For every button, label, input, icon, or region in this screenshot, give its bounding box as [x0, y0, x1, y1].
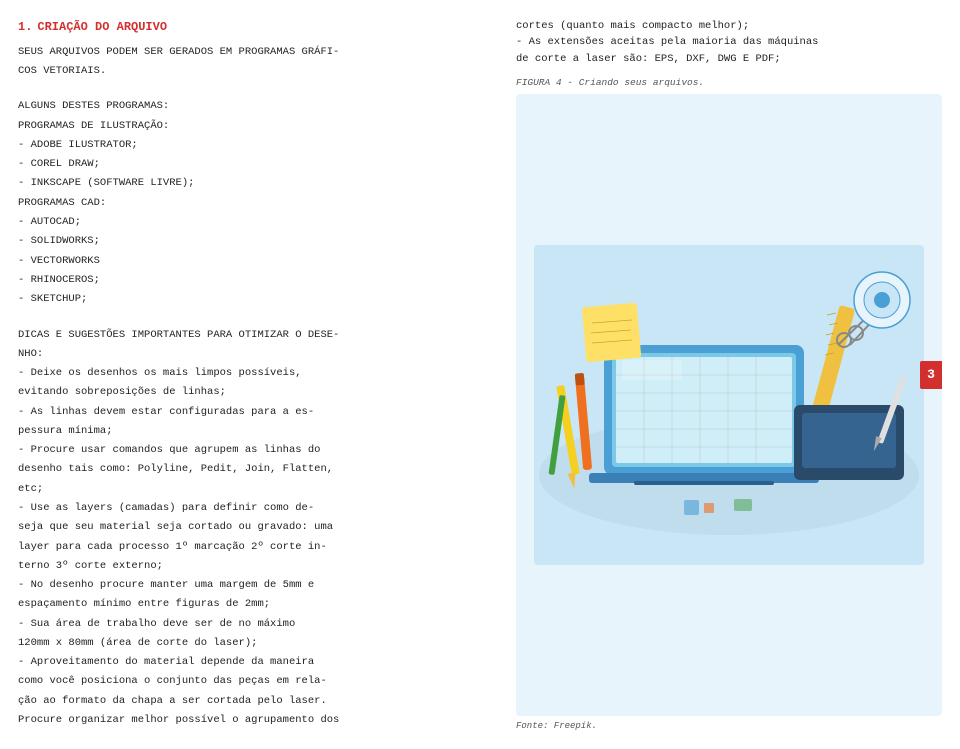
programs-intro: ALGUNS DESTES PROGRAMAS: — [18, 98, 488, 114]
tip-3: pessura mínima; — [18, 423, 488, 439]
tip-2: - As linhas devem estar configuradas par… — [18, 404, 488, 420]
tips-content: - Deixe os desenhos os mais limpos possí… — [18, 365, 488, 728]
page: 1. CRIAÇÃO DO ARQUIVO SEUS ARQUIVOS PODE… — [0, 0, 960, 749]
tip-11: - No desenho procure manter uma margem d… — [18, 577, 488, 593]
left-content: 1. CRIAÇÃO DO ARQUIVO SEUS ARQUIVOS PODE… — [18, 18, 488, 728]
intro-line1: SEUS ARQUIVOS PODEM SER GERADOS EM PROGR… — [18, 44, 488, 60]
page-number: 3 — [920, 361, 942, 389]
right-line-1: - As extensões aceitas pela maioria das … — [516, 34, 942, 50]
tip-16: como você posiciona o conjunto das peças… — [18, 673, 488, 689]
tip-7: - Use as layers (camadas) para definir c… — [18, 500, 488, 516]
cad-item-2: - VECTORWORKS — [18, 253, 488, 269]
tip-0: - Deixe os desenhos os mais limpos possí… — [18, 365, 488, 381]
right-line-0: cortes (quanto mais compacto melhor); — [516, 18, 942, 34]
illu-item-1: - COREL DRAW; — [18, 156, 488, 172]
figure-box — [516, 94, 942, 716]
cad-item-1: - SOLIDWORKS; — [18, 233, 488, 249]
tip-14: 120mm x 80mm (área de corte do laser); — [18, 635, 488, 651]
cad-item-0: - AUTOCAD; — [18, 214, 488, 230]
right-content: cortes (quanto mais compacto melhor); - … — [516, 18, 942, 731]
cad-header: PROGRAMAS CAD: — [18, 195, 488, 211]
illu-item-2: - INKSCAPE (SOFTWARE LIVRE); — [18, 175, 488, 191]
tip-9: layer para cada processo 1º marcação 2º … — [18, 539, 488, 555]
section-title: CRIAÇÃO DO ARQUIVO — [37, 18, 167, 37]
illu-item-0: - ADOBE ILUSTRATOR; — [18, 137, 488, 153]
tip-4: - Procure usar comandos que agrupem as l… — [18, 442, 488, 458]
cad-item-3: - RHINOCEROS; — [18, 272, 488, 288]
tip-18: Procure organizar melhor possível o agru… — [18, 712, 488, 728]
tips-header: DICAS E SUGESTÕES IMPORTANTES PARA OTIMI… — [18, 327, 488, 343]
right-line-2: de corte a laser são: EPS, DXF, DWG E PD… — [516, 51, 942, 67]
tip-17: ção ao formato da chapa a ser cortada pe… — [18, 693, 488, 709]
cad-items: - AUTOCAD; - SOLIDWORKS; - VECTORWORKS -… — [18, 214, 488, 307]
illu-items: - ADOBE ILUSTRATOR; - COREL DRAW; - INKS… — [18, 137, 488, 192]
tip-6: etc; — [18, 481, 488, 497]
tip-13: - Sua área de trabalho deve ser de no má… — [18, 616, 488, 632]
tips-header2: NHO: — [18, 346, 488, 362]
tip-12: espaçamento mínimo entre figuras de 2mm; — [18, 596, 488, 612]
section-number: 1. — [18, 18, 32, 37]
right-top-text: cortes (quanto mais compacto melhor); - … — [516, 18, 942, 67]
figure-caption-top: FIGURA 4 - Criando seus arquivos. — [516, 77, 942, 88]
illu-header: PROGRAMAS DE ILUSTRAÇÃO: — [18, 118, 488, 134]
right-column: cortes (quanto mais compacto melhor); - … — [508, 18, 942, 731]
cad-item-4: - SKETCHUP; — [18, 291, 488, 307]
tip-5: desenho tais como: Polyline, Pedit, Join… — [18, 461, 488, 477]
figure-caption-bottom: Fonte: Freepik. — [516, 721, 942, 731]
tip-10: terno 3º corte externo; — [18, 558, 488, 574]
intro-line2: COS VETORIAIS. — [18, 63, 488, 79]
tip-8: seja que seu material seja cortado ou gr… — [18, 519, 488, 535]
desk-scene-svg — [516, 245, 942, 565]
left-column: 1. CRIAÇÃO DO ARQUIVO SEUS ARQUIVOS PODE… — [18, 18, 508, 731]
tip-1: evitando sobreposições de linhas; — [18, 384, 488, 400]
tip-15: - Aproveitamento do material depende da … — [18, 654, 488, 670]
